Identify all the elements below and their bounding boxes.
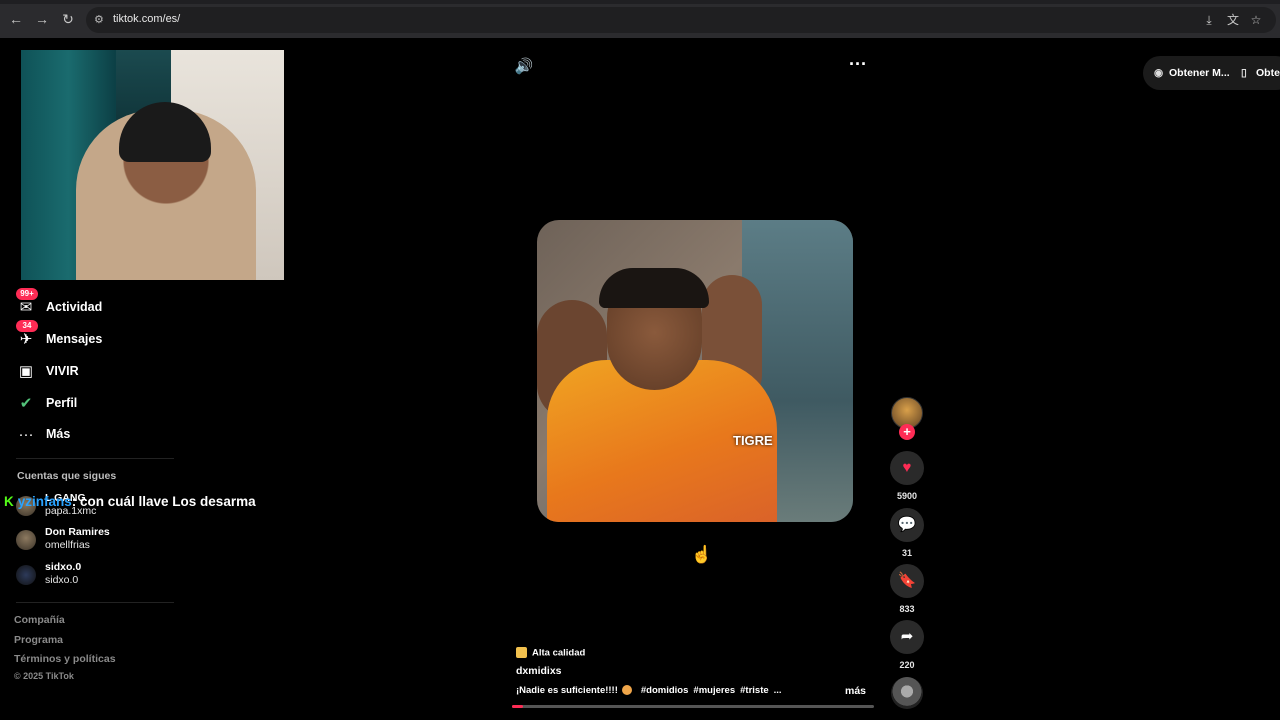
comment-bubble-icon: 💬 [897, 516, 917, 533]
footer-link-terms[interactable]: Términos y políticas [14, 653, 116, 665]
chat-text: : con cuál llave Los desarma [71, 494, 256, 509]
sidebar-divider [16, 458, 174, 459]
back-icon[interactable]: ← [8, 11, 24, 27]
music-disc-icon[interactable] [891, 677, 923, 709]
share-button[interactable]: ➦ [890, 620, 924, 654]
messages-icon: ✈ [19, 331, 33, 348]
avatar [16, 565, 36, 585]
get-app-bar: ◉Obtener M... ▯Obten [1143, 56, 1280, 90]
footer-link-company[interactable]: Compañía [14, 614, 65, 626]
sidebar-item-mensajes[interactable]: ✈ 34 Mensajes [16, 320, 186, 352]
video-player[interactable]: TIGRE [537, 220, 853, 522]
save-button[interactable]: 🔖 [890, 564, 924, 598]
following-item[interactable]: sidxo.0 sidxo.0 [16, 561, 186, 591]
following-name: sidxo.0 [45, 561, 82, 573]
bookmark-icon: 🔖 [897, 572, 917, 589]
install-app-icon[interactable]: ⤓ [1202, 13, 1216, 27]
sidebar-item-label: Perfil [46, 396, 78, 410]
follow-plus-icon[interactable]: + [899, 424, 915, 440]
tab-strip [0, 0, 1280, 4]
quality-badge: Alta calidad [516, 644, 585, 659]
video-progress-bar[interactable] [512, 705, 874, 708]
site-settings-icon[interactable]: ⚙ [94, 13, 108, 27]
webcam-overlay [21, 50, 284, 280]
kick-icon: K [4, 494, 14, 509]
share-count: 220 [899, 660, 915, 670]
get-desktop-app-button[interactable]: ◉ Obtener M... [1154, 67, 1230, 79]
chat-username: yzinfans [17, 494, 72, 509]
url-text[interactable]: tiktok.com/es/ [113, 13, 180, 25]
caption-more-link[interactable]: más [845, 685, 866, 697]
browser-toolbar: ← → ↻ ⚙ tiktok.com/es/ ⤓ 文 ☆ [0, 0, 1280, 38]
sidebar-item-perfil[interactable]: ✔ Perfil [16, 392, 186, 416]
more-options-icon[interactable]: ··· [846, 55, 870, 76]
following-item[interactable]: Don Ramires omellfrias [16, 526, 186, 556]
following-section-title: Cuentas que sigues [17, 470, 117, 482]
copyright: © 2025 TikTok [14, 671, 74, 681]
avatar [16, 530, 36, 550]
mouse-cursor-icon: ☝ [691, 545, 713, 564]
video-caption: ¡Nadie es suficiente!!!! #domidios #mujere… [516, 685, 782, 696]
stream-chat-message: Kyzinfans: con cuál llave Los desarma [4, 494, 256, 512]
video-progress-fill [512, 705, 523, 708]
emoji-icon [621, 685, 632, 696]
comment-button[interactable]: 💬 [890, 508, 924, 542]
activity-badge: 99+ [16, 288, 38, 300]
profile-avatar-icon: ✔ [19, 395, 33, 412]
sidebar-item-label: Mensajes [46, 332, 103, 346]
sidebar-item-actividad[interactable]: ✉ 99+ Actividad [16, 288, 186, 320]
video-text-overlay: TIGRE [733, 433, 773, 448]
volume-icon[interactable]: 🔊 [514, 58, 534, 76]
share-arrow-icon: ➦ [900, 628, 914, 645]
like-count: 5900 [896, 491, 918, 501]
sidebar-item-label: Actividad [46, 300, 103, 314]
phone-icon: ▯ [1241, 67, 1247, 79]
footer-link-program[interactable]: Programa [14, 634, 63, 646]
comment-count: 31 [901, 548, 912, 558]
sidebar-item-vivir[interactable]: ▣ VIVIR [16, 360, 186, 384]
sidebar-divider [16, 602, 174, 603]
inbox-icon: ✉ [19, 299, 33, 316]
video-subject-hair [599, 268, 709, 308]
hashtag-link[interactable]: #mujeres [693, 685, 735, 696]
hashtag-link[interactable]: #triste [740, 685, 769, 696]
following-name: Don Ramires [45, 526, 110, 538]
like-button[interactable]: ♥ [890, 451, 924, 485]
following-username: sidxo.0 [45, 574, 79, 586]
hashtag-link[interactable]: #domidios [641, 685, 689, 696]
bookmark-star-icon[interactable]: ☆ [1249, 13, 1263, 27]
messages-badge: 34 [16, 320, 38, 332]
get-mobile-app-button[interactable]: ▯Obten [1241, 67, 1280, 79]
address-bar[interactable]: ⚙ tiktok.com/es/ ⤓ 文 ☆ [86, 7, 1276, 33]
following-username: omellfrias [45, 539, 90, 551]
save-count: 833 [899, 604, 915, 614]
quality-icon [516, 647, 527, 659]
sidebar-item-label: VIVIR [46, 364, 79, 378]
more-dots-icon: ··· [18, 426, 34, 443]
caption-text: ¡Nadie es suficiente!!!! [516, 685, 618, 696]
reload-icon[interactable]: ↻ [60, 11, 76, 27]
sidebar-item-label: Más [46, 427, 71, 441]
forward-icon[interactable]: → [34, 11, 50, 27]
caption-ellipsis: ... [773, 685, 782, 696]
desktop-app-icon: ◉ [1154, 67, 1164, 79]
heart-icon: ♥ [902, 459, 912, 476]
video-author[interactable]: dxmidixs [516, 665, 562, 677]
sidebar-item-mas[interactable]: ··· Más [16, 423, 186, 447]
sidebar: ✉ 99+ Actividad ✈ 34 Mensajes ▣ VIVIR ✔ … [0, 280, 190, 700]
live-tv-icon: ▣ [18, 363, 34, 380]
translate-icon[interactable]: 文 [1226, 13, 1240, 27]
